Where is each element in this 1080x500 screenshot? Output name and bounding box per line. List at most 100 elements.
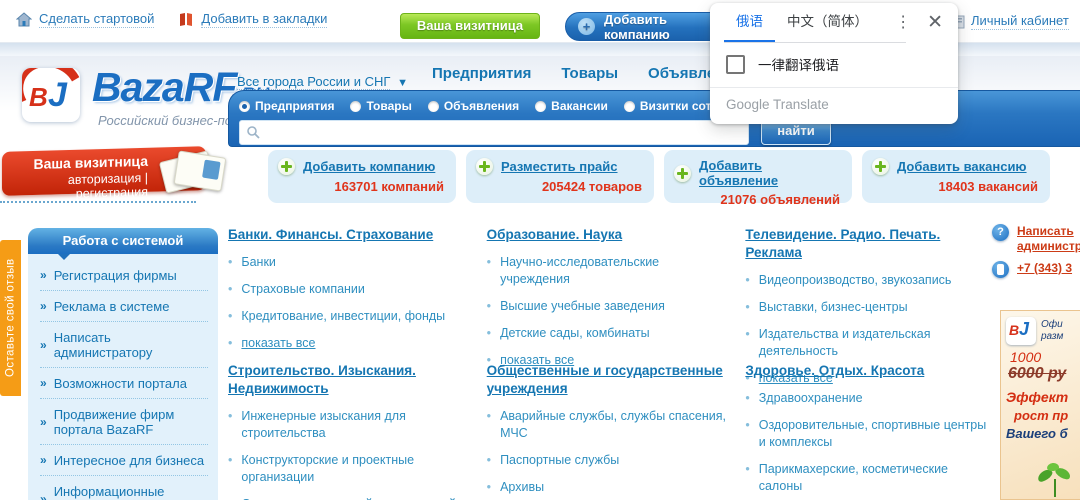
add-bookmark-link[interactable]: Добавить в закладки (201, 11, 327, 28)
quick-add-price: Разместить прайс 205424 товаров (466, 150, 654, 203)
category-link[interactable]: Выставки, бизнес-центры (759, 299, 908, 316)
search-input[interactable] (265, 124, 742, 141)
category-link[interactable]: Строительство зданий и сооружений (241, 496, 456, 500)
kebab-menu-icon[interactable]: ⋮ (886, 3, 920, 43)
category-link[interactable]: Конструкторские и проектные организации (241, 452, 470, 486)
category-link[interactable]: Архивы (500, 479, 544, 496)
list-item[interactable]: •Страховые компании (228, 276, 471, 303)
always-translate-checkbox[interactable] (726, 55, 745, 74)
translate-tabs: 俄语 中文（简体） ⋮ ✕ (710, 3, 958, 43)
add-price-link[interactable]: Разместить прайс (501, 159, 618, 174)
category-link[interactable]: Оздоровительные, спортивные центры и ком… (759, 417, 988, 451)
list-item[interactable]: •Архивы (487, 474, 730, 500)
ads-count: 21076 объявлений (674, 192, 840, 207)
personal-cabinet-link[interactable]: Личный кабинет (971, 13, 1069, 30)
sidebar-item-portal-features[interactable]: »Возможности портала (40, 368, 208, 399)
category-title[interactable]: Телевидение. Радио. Печать. Реклама (745, 226, 988, 262)
category-title[interactable]: Общественные и государственные учреждени… (487, 362, 730, 398)
category-link[interactable]: Инженерные изыскания для строительства (241, 408, 470, 442)
make-home-link[interactable]: Сделать стартовой (39, 11, 154, 28)
radio-icon[interactable] (535, 101, 546, 112)
scope-vacancies[interactable]: Вакансии (535, 99, 608, 113)
category-link[interactable]: Банки (241, 254, 276, 271)
list-item[interactable]: •Банки (228, 249, 471, 276)
list-item[interactable]: • Выставки, бизнес-центры (745, 294, 988, 321)
list-item[interactable]: •Оздоровительные, спортивные центры и ко… (745, 412, 988, 456)
vizitnica-links[interactable]: авторизация | регистрация (2, 171, 148, 203)
radio-icon[interactable] (350, 101, 361, 112)
list-item[interactable]: •показать все (228, 330, 471, 357)
arrow-icon: » (40, 299, 47, 314)
category-link[interactable]: Здравоохранение (759, 390, 863, 407)
ad-banner[interactable]: BJ Офиразм 1000 6000 ру Эффект рост пр В… (1000, 310, 1080, 500)
radio-icon[interactable] (428, 101, 439, 112)
logo-emblem[interactable]: B J (22, 68, 80, 122)
category-construction: Строительство. Изыскания. Недвижимость •… (228, 358, 471, 500)
list-item[interactable]: •Паспортные службы (487, 447, 730, 474)
category-link[interactable]: Издательства и издательская деятельность (759, 326, 988, 360)
sidebar-item-registration[interactable]: »Регистрация фирмы (40, 260, 208, 291)
sidebar-item-label: Написать администратору (54, 330, 208, 360)
scope-enterprises[interactable]: Предприятия (239, 99, 334, 113)
category-title[interactable]: Образование. Наука (487, 226, 623, 244)
add-company-link[interactable]: Добавить компанию (303, 159, 435, 174)
add-ad-link[interactable]: Добавить объявление (699, 158, 840, 188)
radio-icon[interactable] (624, 101, 635, 112)
list-item[interactable]: •Парикмахерские, косметические салоны (745, 456, 988, 500)
list-item[interactable]: •Кредитование, инвестиции, фонды (228, 303, 471, 330)
list-item[interactable]: • Высшие учебные заведения (487, 293, 730, 320)
bullet-icon: • (228, 496, 232, 500)
category-link[interactable]: Аварийные службы, службы спасения, МЧС (500, 408, 729, 442)
category-link[interactable]: Паспортные службы (500, 452, 619, 469)
card-front (174, 150, 227, 191)
vizitnica-title: Ваша визитница (2, 153, 148, 173)
sidebar-item-write-admin[interactable]: »Написать администратору (40, 322, 208, 368)
chevron-down-icon: ▼ (397, 77, 408, 89)
list-item[interactable]: •Аварийные службы, службы спасения, МЧС (487, 403, 730, 447)
category-link[interactable]: Высшие учебные заведения (500, 298, 665, 315)
bullet-icon: • (487, 298, 491, 315)
plus-icon: + (578, 18, 595, 35)
sidebar-item-promotion[interactable]: »Продвижение фирм портала BazaRF (40, 399, 208, 445)
scope-goods[interactable]: Товары (350, 99, 411, 113)
list-item[interactable]: •Видеопроизводство, звукозапись (745, 267, 988, 294)
list-item[interactable]: •Инженерные изыскания для строительства (228, 403, 471, 447)
bullet-icon: • (745, 299, 749, 316)
sidebar-item-label: Возможности портала (54, 376, 187, 391)
category-link[interactable]: Детские сады, комбинаты (500, 325, 650, 342)
tab-target-language[interactable]: 中文（简体） (775, 3, 880, 43)
category-title[interactable]: Здоровье. Отдых. Красота (745, 362, 924, 380)
show-all-link[interactable]: показать все (241, 335, 315, 352)
page: Сделать стартовой Добавить в закладки Ва… (0, 0, 1080, 500)
category-link[interactable]: Видеопроизводство, звукозапись (759, 272, 952, 289)
phone-link[interactable]: +7 (343) 3 (1017, 261, 1080, 276)
write-admin-link[interactable]: Написать администратору (1017, 224, 1080, 254)
list-item[interactable]: •Конструкторские и проектные организации (228, 447, 471, 491)
radio-icon[interactable] (239, 101, 250, 112)
your-cards-button[interactable]: Ваша визитница (400, 13, 540, 39)
nav-enterprises[interactable]: Предприятия (432, 65, 531, 82)
question-icon: ? (992, 224, 1009, 241)
list-item[interactable]: • Строительство зданий и сооружений (228, 491, 471, 500)
category-title[interactable]: Банки. Финансы. Страхование (228, 226, 433, 244)
nav-goods[interactable]: Товары (561, 65, 618, 82)
list-item[interactable]: •Здравоохранение (745, 385, 988, 412)
scope-ads[interactable]: Объявления (428, 99, 519, 113)
category-link[interactable]: Кредитование, инвестиции, фонды (241, 308, 445, 325)
category-link[interactable]: Страховые компании (241, 281, 365, 298)
bullet-icon: • (487, 325, 491, 342)
close-icon[interactable]: ✕ (920, 3, 950, 43)
region-selector[interactable]: Все города России и СНГ ▼ (237, 74, 408, 89)
sprout-image (1035, 463, 1075, 497)
feedback-tab[interactable]: Оставьте свой отзыв (0, 240, 21, 396)
list-item[interactable]: • Детские сады, комбинаты (487, 320, 730, 347)
tab-source-language[interactable]: 俄语 (724, 3, 775, 43)
category-title[interactable]: Строительство. Изыскания. Недвижимость (228, 362, 471, 398)
list-item[interactable]: •Научно-исследовательские учреждения (487, 249, 730, 293)
category-link[interactable]: Парикмахерские, косметические салоны (759, 461, 988, 495)
add-vacancy-link[interactable]: Добавить вакансию (897, 159, 1027, 174)
sidebar-item-interesting[interactable]: »Интересное для бизнеса (40, 445, 208, 476)
sidebar-item-partners[interactable]: »Информационные партнёры BazaRF (40, 476, 208, 500)
category-link[interactable]: Научно-исследовательские учреждения (500, 254, 729, 288)
sidebar-item-advertising[interactable]: »Реклама в системе (40, 291, 208, 322)
